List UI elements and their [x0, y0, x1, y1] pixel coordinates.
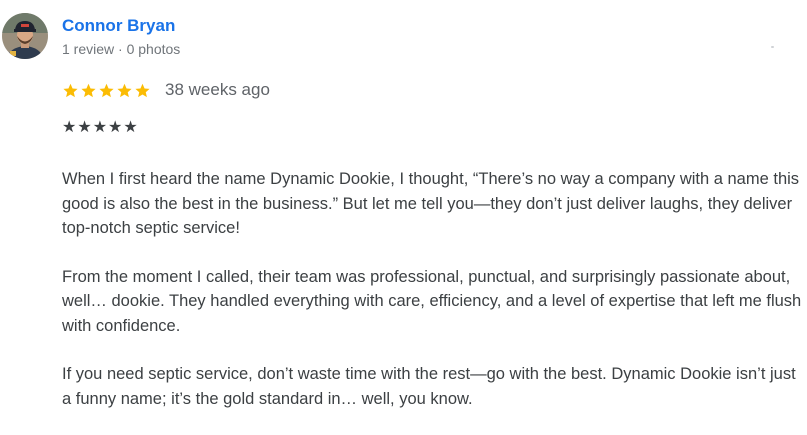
- rating-row: 38 weeks ago: [62, 79, 270, 101]
- review-text: When I first heard the name Dynamic Dook…: [62, 167, 802, 435]
- review-paragraph: When I first heard the name Dynamic Dook…: [62, 170, 800, 237]
- star-icon: [63, 83, 78, 97]
- star-icon: [117, 83, 132, 97]
- review-paragraph: If you need septic service, don’t waste …: [62, 365, 796, 408]
- reviewer-avatar[interactable]: [2, 13, 48, 59]
- star-icon: [81, 83, 96, 97]
- user-avatar-photo-icon: [2, 13, 48, 59]
- more-options-icon[interactable]: [762, 44, 782, 52]
- star-rating: [62, 82, 151, 99]
- reviewer-name-link[interactable]: Connor Bryan: [62, 15, 175, 37]
- review-paragraph: From the moment I called, their team was…: [62, 267, 802, 335]
- review-text-stars: ★★★★★: [62, 119, 139, 136]
- reviewer-stats: 1 review · 0 photos: [62, 41, 181, 57]
- star-icon: [99, 83, 114, 97]
- star-icon: [135, 83, 150, 97]
- review-time: 38 weeks ago: [165, 80, 270, 99]
